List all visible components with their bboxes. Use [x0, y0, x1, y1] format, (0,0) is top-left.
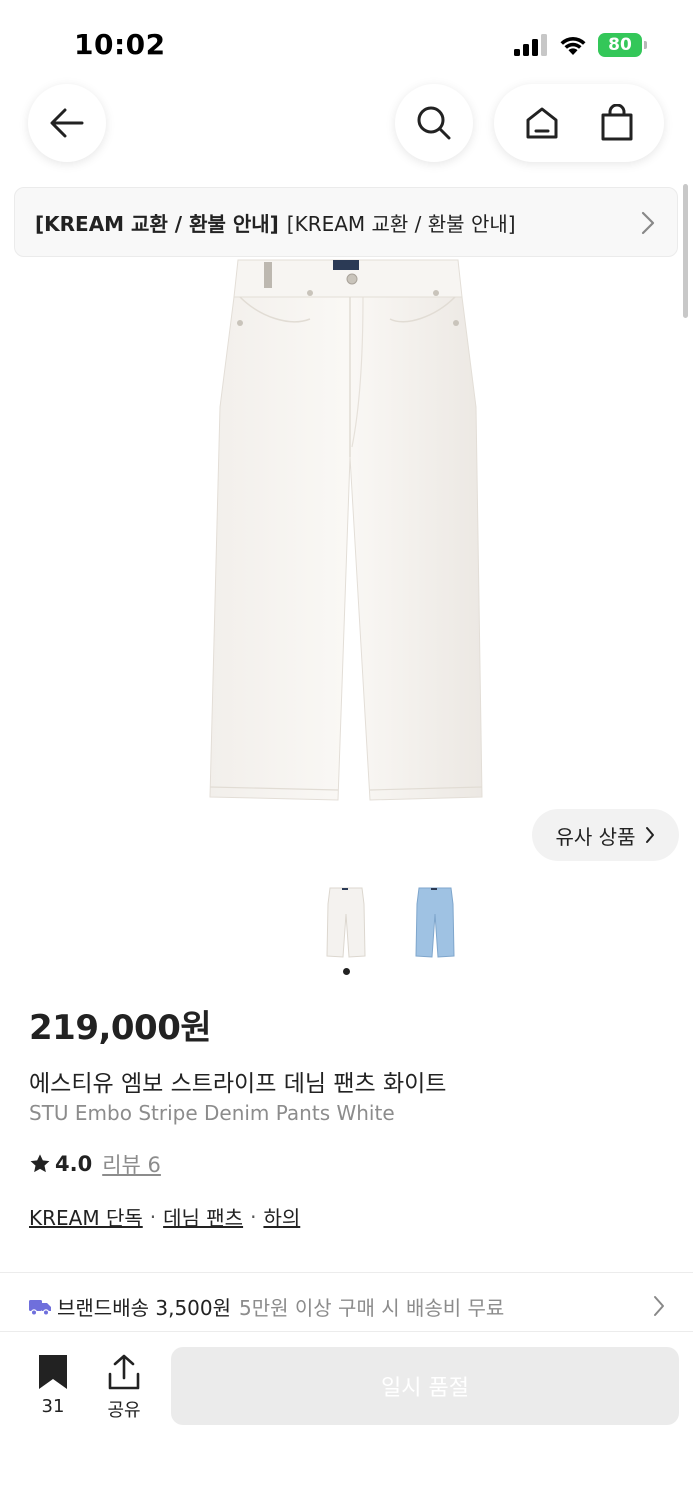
share-icon — [108, 1354, 140, 1390]
similar-products-button[interactable]: 유사 상품 — [532, 809, 679, 861]
home-icon — [526, 107, 557, 139]
battery-cap — [644, 41, 647, 49]
product-image[interactable] — [200, 257, 500, 807]
status-time: 10:02 — [74, 28, 166, 61]
shopping-bag-icon — [601, 104, 632, 141]
chevron-right-icon — [646, 827, 655, 843]
scrollbar[interactable] — [683, 184, 688, 318]
product-tags: KREAM 단독 · 데님 팬츠 · 하의 — [29, 1202, 300, 1231]
tag-denim-pants[interactable]: 데님 팬츠 — [163, 1202, 243, 1231]
bookmark-button[interactable]: 31 — [30, 1354, 76, 1417]
back-button[interactable] — [28, 84, 106, 162]
share-label: 공유 — [107, 1400, 141, 1421]
cart-button[interactable] — [587, 93, 647, 153]
rating-row: 4.0 리뷰 6 — [29, 1149, 161, 1179]
thumbnail-white[interactable] — [323, 884, 369, 960]
share-button[interactable]: 공유 — [101, 1354, 147, 1422]
truck-icon — [29, 1299, 51, 1316]
divider — [0, 1272, 693, 1273]
notice-title: [KREAM 교환 / 환불 안내] — [35, 211, 279, 236]
notice-text: [KREAM 교환 / 환불 안내] — [286, 211, 516, 236]
tag-bottoms[interactable]: 하의 — [263, 1202, 300, 1231]
wifi-icon — [560, 37, 586, 55]
status-icons: 80 — [514, 33, 647, 57]
chevron-right-icon — [654, 1296, 664, 1316]
status-bar: 10:02 80 — [0, 0, 693, 80]
tag-kream-exclusive[interactable]: KREAM 단독 — [29, 1202, 143, 1231]
refund-notice-banner[interactable]: [KREAM 교환 / 환불 안내] [KREAM 교환 / 환불 안내] — [14, 187, 678, 257]
tag-separator: · — [149, 1204, 157, 1229]
review-link[interactable]: 리뷰 6 — [102, 1149, 161, 1179]
bottom-action-bar: 31 공유 일시 품절 — [0, 1332, 693, 1500]
battery-indicator: 80 — [598, 33, 647, 57]
page-indicator-dot — [343, 968, 350, 975]
arrow-left-icon — [50, 108, 84, 138]
bookmark-icon — [39, 1355, 67, 1389]
search-icon — [417, 106, 451, 140]
search-button[interactable] — [395, 84, 473, 162]
thumbnail-blue[interactable] — [412, 884, 458, 960]
shipping-row[interactable]: 브랜드배송 3,500원 5만원 이상 구매 시 배송비 무료 — [29, 1292, 669, 1321]
product-price: 219,000원 — [29, 1008, 212, 1048]
shipping-note: 5만원 이상 구매 시 배송비 무료 — [239, 1296, 505, 1320]
product-name-english: STU Embo Stripe Denim Pants White — [29, 1101, 395, 1125]
cellular-signal-icon — [514, 34, 547, 56]
rating-value: 4.0 — [55, 1152, 93, 1176]
similar-products-label: 유사 상품 — [555, 824, 636, 849]
tag-separator: · — [250, 1204, 257, 1229]
home-button[interactable] — [512, 93, 572, 153]
chevron-right-icon — [641, 211, 655, 235]
sold-out-button[interactable]: 일시 품절 — [171, 1347, 679, 1425]
home-cart-group — [494, 84, 664, 162]
battery-level: 80 — [598, 33, 642, 57]
product-name-korean: 에스티유 엠보 스트라이프 데님 팬츠 화이트 — [29, 1071, 447, 1097]
bookmark-count: 31 — [41, 1396, 65, 1417]
star-icon — [30, 1154, 50, 1173]
shipping-label: 브랜드배송 3,500원 — [57, 1296, 232, 1320]
